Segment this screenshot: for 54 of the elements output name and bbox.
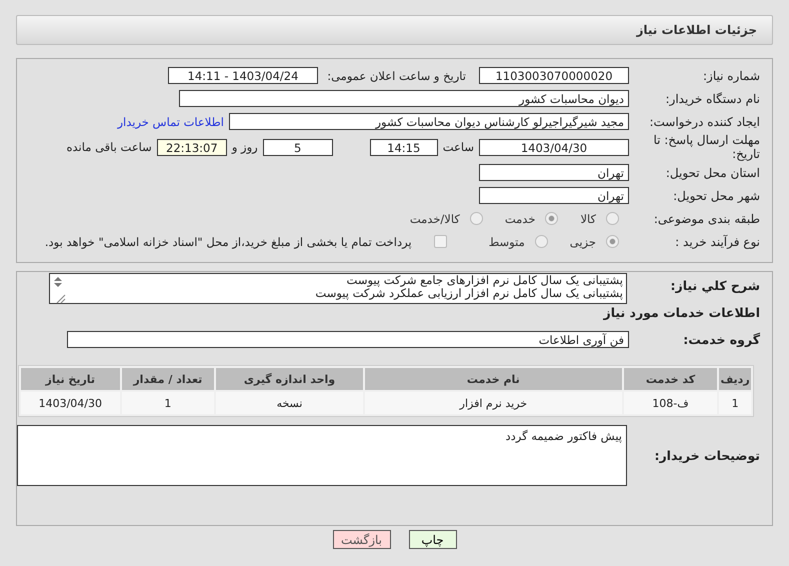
contact-link[interactable]: اطلاعات تماس خریدار xyxy=(117,114,224,128)
column-header: تاریخ نیاز xyxy=(21,368,120,390)
need-number-field: 1103003070000020 xyxy=(479,67,629,84)
field-label: طبقه بندی موضوعی: xyxy=(652,212,761,226)
notes-textarea[interactable]: پیش فاکتور ضمیمه گردد xyxy=(17,425,627,486)
summary-line: پشتیبانی یک سال کامل نرم افزارهای جامع شرکت پیوست xyxy=(346,274,623,287)
column-header: نام خدمت xyxy=(364,368,622,390)
column-header: ردیف xyxy=(719,368,751,390)
process-radio[interactable]: متوسط xyxy=(488,234,548,248)
category-radio[interactable]: کالا/خدمت xyxy=(410,212,483,226)
days-field: 5 xyxy=(262,138,333,156)
print-button[interactable]: چاپ xyxy=(408,530,456,549)
page-title: جزئیات اطلاعات نیاز xyxy=(636,23,757,37)
summary-textarea[interactable]: پشتیبانی یک سال کامل نرم افزارهای جامع شرکت پیوست پشتیبانی یک سال کامل نرم افزار ارزیابی عملکرد شرکت پیوست xyxy=(49,273,627,304)
field-label: توضیحات خریدار: xyxy=(653,448,761,463)
field-label: تاریخ و ساعت اعلان عمومی: xyxy=(326,68,467,82)
table-cell: 1403/04/30 xyxy=(21,392,120,414)
buyer-org-field: دیوان محاسبات کشور xyxy=(179,90,629,107)
process-radio[interactable]: جزیی xyxy=(570,234,619,248)
field-label: شرح کلي نياز: xyxy=(670,278,761,293)
field-label: نام دستگاه خریدار: xyxy=(664,92,761,106)
table-cell: ف-108 xyxy=(624,392,718,414)
table-cell: خرید نرم افزار xyxy=(364,392,622,414)
summary-line: پشتیبانی یک سال کامل نرم افزار ارزیابی عملکرد شرکت پیوست xyxy=(314,287,623,300)
field-label: شهر محل تحویل: xyxy=(672,188,761,202)
back-button[interactable]: بازگشت xyxy=(332,530,390,549)
field-label: نوع فرآیند خرید : xyxy=(674,234,761,248)
requester-field: مجید شیرگیراجیرلو کارشناس دیوان محاسبات کشور xyxy=(229,113,629,130)
field-label: ایجاد کننده درخواست: xyxy=(648,114,761,128)
remaining-label: ساعت باقی مانده xyxy=(66,140,152,154)
field-label: گروه خدمت: xyxy=(682,332,761,347)
column-header: واحد اندازه گیری xyxy=(216,368,363,390)
province-field: تهران xyxy=(479,164,629,181)
days-label: روز و xyxy=(232,140,258,154)
table-cell: 1 xyxy=(122,392,214,414)
treasury-checkbox[interactable] xyxy=(434,235,447,248)
deadline-date-field: 1403/04/30 xyxy=(479,138,629,156)
table-cell: 1 xyxy=(719,392,751,414)
column-header: تعداد / مقدار xyxy=(122,368,214,390)
table-cell: نسخه xyxy=(216,392,363,414)
city-field: تهران xyxy=(479,187,629,204)
treasury-text: پرداخت تمام یا بخشی از مبلغ خرید،از محل "اسناد خزانه اسلامی" خواهد بود. xyxy=(44,234,412,248)
field-label: شماره نیاز: xyxy=(702,68,761,82)
deadline-time-field: 14:15 xyxy=(370,138,438,156)
remaining-time-field: 22:13:07 xyxy=(156,138,227,156)
field-label: استان محل تحویل: xyxy=(664,166,761,180)
time-label: ساعت xyxy=(442,140,474,154)
service-group-field: فن آوری اطلاعات xyxy=(67,331,629,348)
column-header: کد خدمت xyxy=(624,368,718,390)
section-heading: اطلاعات خدمات مورد نیاز xyxy=(604,305,761,320)
announce-date-field: 1403/04/24 - 14:11 xyxy=(168,67,318,84)
category-radio[interactable]: خدمت xyxy=(504,212,558,226)
field-label: مهلت ارسال پاسخ: تا تاریخ: xyxy=(652,133,761,161)
category-radio[interactable]: کالا xyxy=(580,212,619,226)
